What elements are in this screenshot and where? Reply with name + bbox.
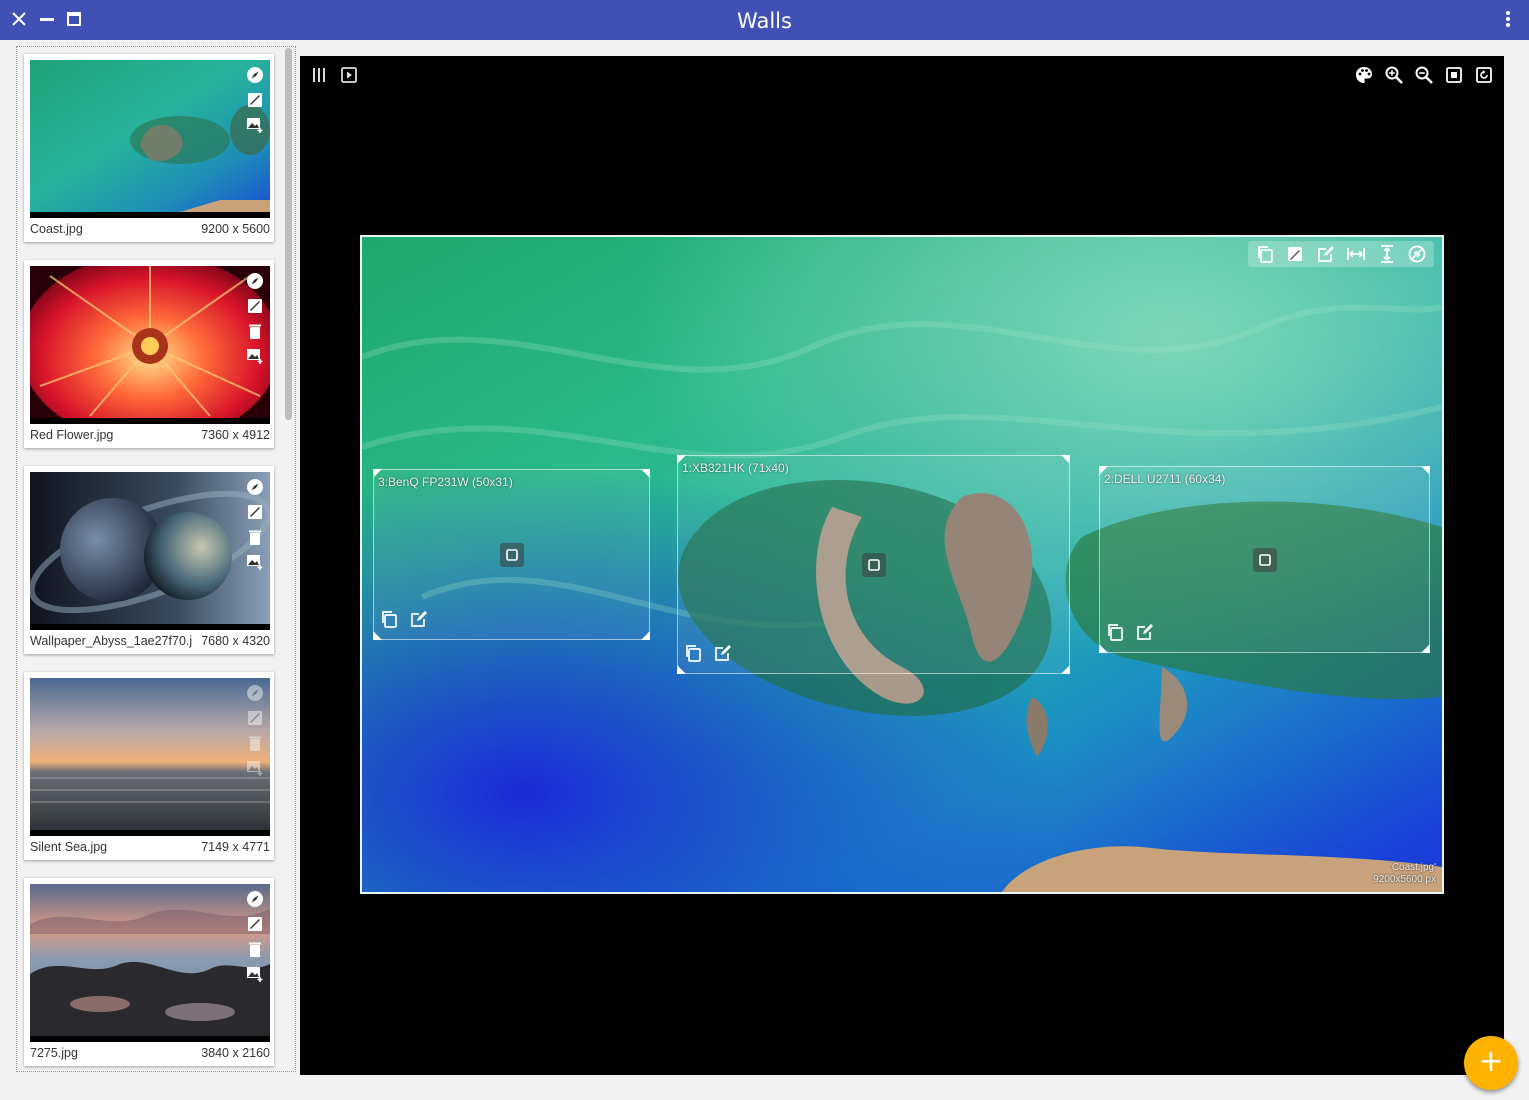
wallpaper-card-coast[interactable]: Coast.jpg 9200 x 5600 (24, 54, 274, 242)
wallpaper-dimensions: 3840 x 2160 (201, 1046, 270, 1060)
monitor-label: 1:XB321HK (71x40) (682, 461, 789, 475)
zoom-in-icon[interactable] (1384, 65, 1404, 85)
wallpaper-filename: Wallpaper_Abyss_1ae27f70.j (30, 634, 193, 648)
wallpaper-preview[interactable]: 3:BenQ FP231W (50x31) 1:XB321HK (71x40) (360, 235, 1444, 894)
delete-icon[interactable] (246, 940, 264, 958)
coast-thumbnail-image (30, 60, 270, 212)
red-flower-thumbnail-image (30, 266, 270, 418)
wallpaper-toolbar (1247, 241, 1434, 267)
center-icon[interactable] (861, 552, 886, 577)
wallpaper-caption: 'Coast.jpg' 9200x5600 px (1373, 862, 1436, 886)
image-edit-icon[interactable] (246, 915, 264, 933)
compass-icon[interactable] (246, 684, 264, 702)
monitor-label: 2:DELL U2711 (60x34) (1104, 472, 1226, 486)
wallpaper-filename: Red Flower.jpg (30, 428, 114, 442)
resize-handle[interactable] (1421, 466, 1430, 475)
thumbnail-actions (246, 66, 264, 141)
thumbnail-actions (246, 272, 264, 372)
window-title: Walls (737, 9, 792, 33)
compass-icon[interactable] (246, 890, 264, 908)
wallpaper-filename: Coast.jpg (30, 222, 83, 236)
resize-handle[interactable] (641, 469, 650, 478)
zoom-out-icon[interactable] (1414, 65, 1434, 85)
resize-handle[interactable] (641, 631, 650, 640)
thumbnail-actions (246, 890, 264, 990)
thumbnail-actions (246, 478, 264, 578)
image-edit-icon[interactable] (246, 709, 264, 727)
more-vert-icon[interactable] (1497, 8, 1519, 30)
wallpaper-viewer[interactable]: 3:BenQ FP231W (50x31) 1:XB321HK (71x40) (300, 56, 1504, 1075)
caption-size: 9200x5600 px (1373, 874, 1436, 885)
add-to-screens-icon[interactable] (246, 347, 264, 365)
edit-icon[interactable] (1135, 622, 1155, 642)
planets-thumbnail-image (30, 472, 270, 624)
rotate-icon[interactable] (1474, 65, 1494, 85)
wallpaper-dimensions: 7149 x 4771 (201, 840, 270, 854)
center-icon[interactable] (1252, 547, 1277, 572)
monitor-actions (1105, 622, 1161, 647)
wallpaper-card-red-flower[interactable]: Red Flower.jpg 7360 x 4912 (24, 260, 274, 448)
sea-thumbnail-image (30, 678, 270, 830)
wallpaper-card-silent-sea[interactable]: Silent Sea.jpg 7149 x 4771 (24, 672, 274, 860)
thumbnail-actions (246, 684, 264, 784)
wallpaper-thumbnail[interactable] (30, 60, 270, 218)
copy-icon[interactable] (1255, 244, 1275, 264)
slideshow-icon[interactable] (339, 65, 359, 85)
edit-icon[interactable] (1316, 244, 1336, 264)
edit-icon[interactable] (409, 609, 429, 629)
palette-icon[interactable] (1354, 65, 1374, 85)
monitor-area-benq[interactable]: 3:BenQ FP231W (50x31) (373, 469, 650, 640)
wallpaper-dimensions: 7360 x 4912 (201, 428, 270, 442)
wallpaper-card-7275[interactable]: 7275.jpg 3840 x 2160 (24, 878, 274, 1066)
copy-icon[interactable] (683, 643, 703, 663)
rocky-shore-thumbnail-image (30, 884, 270, 1036)
sidebar-scrollbar[interactable] (285, 48, 292, 420)
image-edit-icon[interactable] (1285, 244, 1305, 264)
wallpaper-thumbnail[interactable] (30, 884, 270, 1042)
image-edit-icon[interactable] (246, 503, 264, 521)
add-to-screens-icon[interactable] (246, 965, 264, 983)
compass-icon[interactable] (246, 66, 264, 84)
wallpaper-thumbnail[interactable] (30, 678, 270, 836)
wallpaper-thumbnail[interactable] (30, 472, 270, 630)
delete-icon[interactable] (246, 734, 264, 752)
fit-height-icon[interactable] (1377, 244, 1397, 264)
center-icon[interactable] (499, 542, 524, 567)
no-crop-icon[interactable] (1407, 244, 1427, 264)
wallpaper-card-abyss[interactable]: Wallpaper_Abyss_1ae27f70.j 7680 x 4320 (24, 466, 274, 654)
wallpaper-filename: 7275.jpg (30, 1046, 78, 1060)
delete-icon[interactable] (246, 528, 264, 546)
compass-icon[interactable] (246, 478, 264, 496)
image-edit-icon[interactable] (246, 297, 264, 315)
monitor-area-xb321hk[interactable]: 1:XB321HK (71x40) (677, 455, 1070, 674)
delete-icon[interactable] (246, 322, 264, 340)
add-to-screens-icon[interactable] (246, 116, 264, 134)
copy-icon[interactable] (379, 609, 399, 629)
caption-filename: 'Coast.jpg' (1389, 862, 1436, 873)
resize-handle[interactable] (1421, 644, 1430, 653)
edit-icon[interactable] (713, 643, 733, 663)
monitor-actions (379, 609, 435, 634)
compass-icon[interactable] (246, 272, 264, 290)
wallpaper-filename: Silent Sea.jpg (30, 840, 108, 854)
add-to-screens-icon[interactable] (246, 553, 264, 571)
monitor-area-dell[interactable]: 2:DELL U2711 (60x34) (1099, 466, 1430, 653)
copy-icon[interactable] (1105, 622, 1125, 642)
monitor-actions (683, 643, 739, 668)
monitor-label: 3:BenQ FP231W (50x31) (378, 475, 513, 489)
add-wallpaper-button[interactable]: + (1464, 1036, 1518, 1090)
fit-width-icon[interactable] (1346, 244, 1366, 264)
fit-screen-icon[interactable] (1444, 65, 1464, 85)
title-bar: Walls (0, 0, 1529, 40)
resize-handle[interactable] (1061, 455, 1070, 464)
add-to-screens-icon[interactable] (246, 759, 264, 777)
wallpaper-dimensions: 9200 x 5600 (201, 222, 270, 236)
resize-handle[interactable] (1061, 665, 1070, 674)
wallpaper-dimensions: 7680 x 4320 (201, 634, 270, 648)
image-edit-icon[interactable] (246, 91, 264, 109)
columns-icon[interactable] (309, 65, 329, 85)
wallpaper-thumbnail[interactable] (30, 266, 270, 424)
